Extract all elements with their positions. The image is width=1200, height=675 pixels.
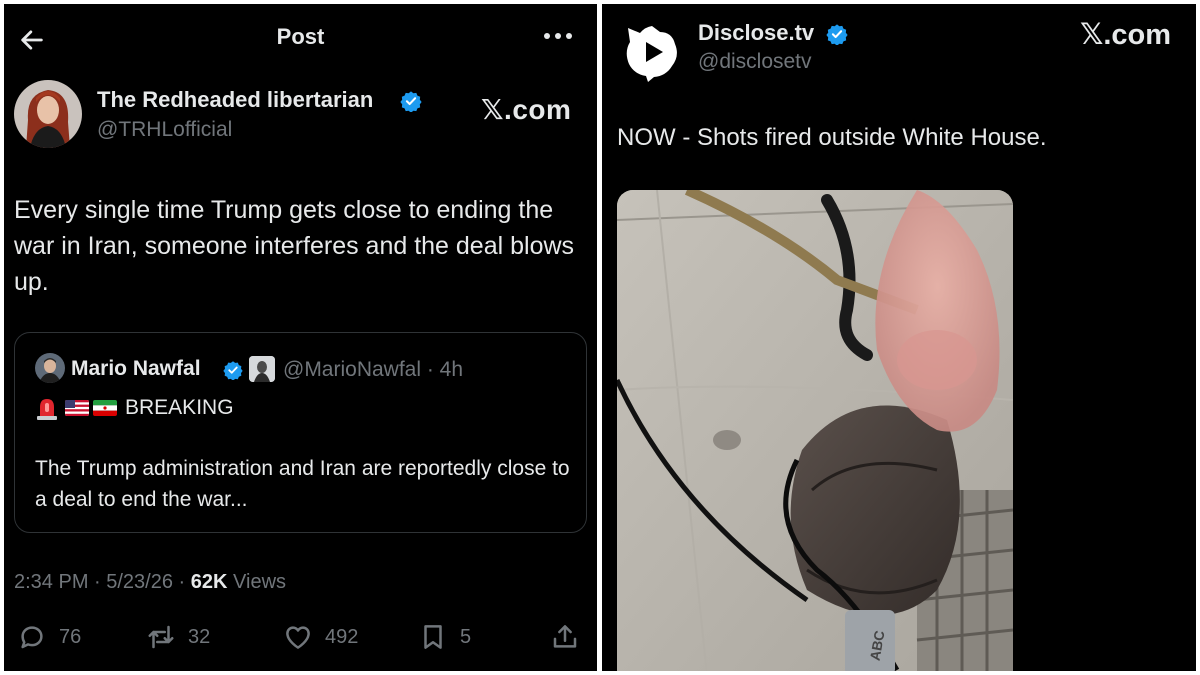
- post-metadata: 2:34 PM · 5/23/26 · 62K Views: [14, 571, 286, 594]
- post-text: Every single time Trump gets close to en…: [14, 196, 575, 296]
- quote-author-name[interactable]: Mario Nawfal: [71, 357, 201, 381]
- video-frame: ABC: [617, 190, 1013, 671]
- x-watermark: 𝕏.com: [1080, 19, 1172, 51]
- views-count: 62K: [190, 571, 228, 593]
- repost-icon: [148, 625, 174, 649]
- post-text: NOW - Shots fired outside White House.: [617, 124, 1047, 151]
- quote-body: The Trump administration and Iran are re…: [35, 457, 570, 511]
- page-title: Post: [276, 24, 325, 49]
- breaking-label: BREAKING: [125, 396, 234, 419]
- reply-icon: [21, 626, 43, 649]
- bookmark-count: 5: [460, 625, 472, 648]
- us-flag-icon: [65, 400, 89, 416]
- breaking-line: BREAKING: [35, 393, 234, 423]
- bookmark-button[interactable]: 5: [418, 622, 471, 652]
- post-video-media[interactable]: ABC: [617, 190, 1013, 671]
- author-handle[interactable]: @TRHLofficial: [97, 118, 232, 142]
- share-button[interactable]: [550, 622, 580, 652]
- post-time-date[interactable]: 2:34 PM · 5/23/26 ·: [14, 571, 191, 593]
- author-handle[interactable]: @disclosetv: [698, 50, 812, 74]
- post-actions-bar: 76 32 492 5: [4, 616, 597, 656]
- iran-flag-icon: [93, 400, 117, 416]
- share-icon: [553, 625, 577, 648]
- like-button[interactable]: 492: [283, 622, 358, 652]
- right-post-panel: Disclose.tv @disclosetv 𝕏.com NOW - Shot…: [602, 4, 1196, 671]
- bookmark-icon: [424, 625, 442, 649]
- author-name[interactable]: Disclose.tv: [698, 20, 814, 46]
- verified-badge-icon: [400, 91, 422, 112]
- reply-count: 76: [59, 625, 82, 648]
- quote-avatar[interactable]: [35, 353, 65, 383]
- quoted-post-card[interactable]: Mario Nawfal @MarioNawfal · 4h BREAKING …: [14, 332, 587, 533]
- reply-button[interactable]: 76: [17, 622, 81, 652]
- like-count: 492: [325, 625, 359, 648]
- quote-handle-time[interactable]: @MarioNawfal · 4h: [283, 358, 463, 382]
- verified-badge-icon: [826, 24, 848, 45]
- repost-count: 32: [188, 625, 211, 648]
- author-avatar[interactable]: [14, 80, 82, 148]
- x-watermark: 𝕏.com: [481, 94, 572, 125]
- affiliation-badge-icon: [249, 356, 275, 382]
- siren-icon: [37, 399, 57, 420]
- views-label: Views: [227, 571, 287, 593]
- post-header: Post: [4, 4, 597, 68]
- heart-icon: [286, 626, 310, 649]
- left-post-panel: Post The Redheaded libertarian @TRHLoffi…: [4, 4, 597, 671]
- disclose-tv-logo[interactable]: [622, 22, 682, 82]
- repost-button[interactable]: 32: [146, 622, 210, 652]
- more-dots-icon[interactable]: [541, 24, 575, 48]
- author-name[interactable]: The Redheaded libertarian: [97, 87, 373, 113]
- verified-badge-icon: [223, 361, 243, 380]
